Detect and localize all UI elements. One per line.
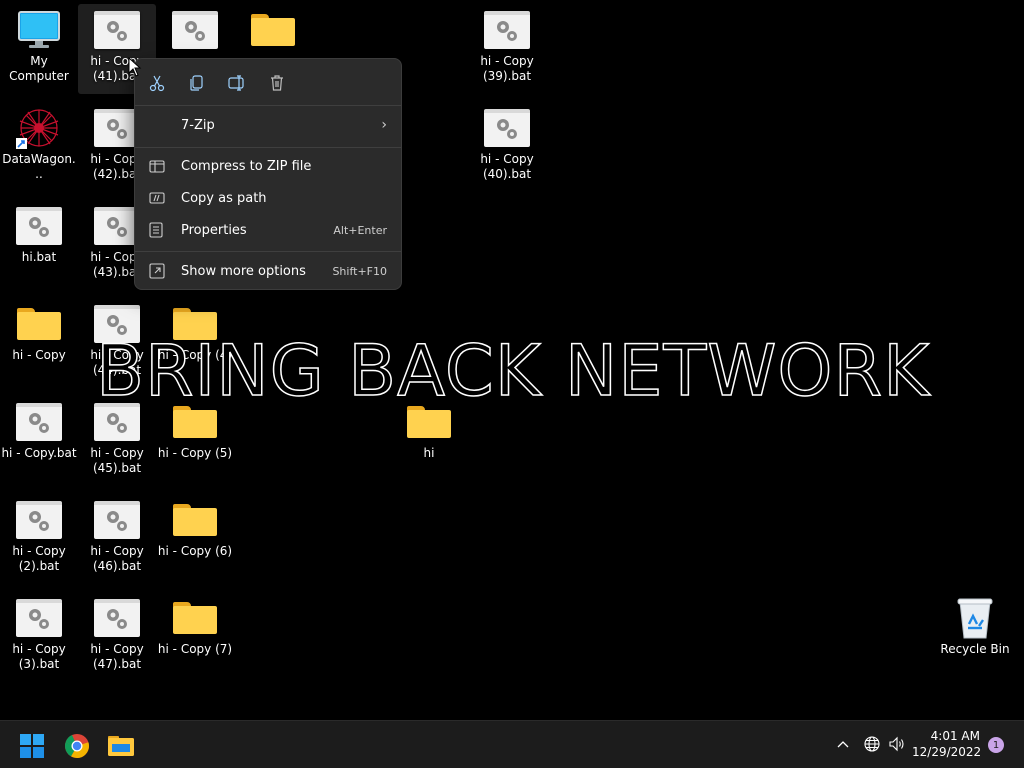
menu-item-show-more-options[interactable]: Show more options Shift+F10 <box>139 256 397 286</box>
batch-file-icon <box>172 11 218 49</box>
batch-file-icon <box>94 599 140 637</box>
batch-file-icon <box>16 501 62 539</box>
menu-item-label: 7-Zip <box>181 117 215 133</box>
folder-icon <box>173 602 217 634</box>
menu-divider <box>135 105 401 106</box>
menu-divider <box>135 251 401 252</box>
batch-file-icon <box>16 599 62 637</box>
chevron-up-icon <box>837 741 849 748</box>
menu-divider <box>135 147 401 148</box>
delete-icon <box>271 75 283 91</box>
icon-label: hi <box>423 446 435 460</box>
cut-button[interactable] <box>145 71 169 95</box>
properties-icon <box>149 222 163 238</box>
volume-button[interactable] <box>888 736 906 756</box>
mouse-cursor-icon <box>128 57 142 77</box>
cut-icon <box>149 75 165 92</box>
menu-item-compress-zip[interactable]: Compress to ZIP file <box>139 151 397 181</box>
copy-icon <box>190 75 203 91</box>
hi-copy-46-bat-file[interactable]: hi - Copy (46).bat <box>78 494 156 584</box>
datawagon-icon <box>15 108 63 149</box>
batch-file-icon <box>94 11 140 49</box>
icon-label: hi - Copy (2).bat <box>12 544 66 573</box>
chevron-right-icon: › <box>381 117 387 133</box>
hi-copy-bat-file[interactable]: hi - Copy.bat <box>0 396 78 486</box>
menu-item-label: Show more options <box>181 263 306 279</box>
globe-icon <box>864 736 880 752</box>
taskbar: 4:01 AM 12/29/2022 1 <box>0 720 1024 768</box>
context-menu: 7-Zip › Compress to ZIP file Copy as pat… <box>134 58 402 290</box>
menu-item-label: Properties <box>181 222 247 238</box>
recycle-bin-icon <box>951 598 999 639</box>
more-options-icon <box>149 263 165 279</box>
show-hidden-icons-button[interactable] <box>836 737 850 756</box>
chrome-icon <box>65 734 89 758</box>
my-computer-icon[interactable]: My Computer <box>0 4 78 94</box>
hi-copy-39-bat-file[interactable]: hi - Copy (39).bat <box>468 4 546 94</box>
icon-label: hi - Copy (45).bat <box>90 446 144 475</box>
batch-file-icon <box>484 109 530 147</box>
icon-label: hi - Copy (46).bat <box>90 544 144 573</box>
menu-item-copy-path[interactable]: Copy as path <box>139 183 397 213</box>
icon-label: hi - Copy (7) <box>157 642 233 656</box>
folder-icon <box>251 14 295 46</box>
monitor-icon <box>15 10 63 50</box>
hi-bat-file[interactable]: hi.bat <box>0 200 78 290</box>
rename-button[interactable] <box>225 71 249 95</box>
chrome-taskbar-button[interactable] <box>64 733 90 763</box>
icon-label: hi - Copy (47).bat <box>90 642 144 671</box>
wallpaper-text: BRING BACK NETWORK <box>95 329 931 413</box>
batch-file-icon <box>94 501 140 539</box>
zip-icon <box>149 160 165 173</box>
file-explorer-icon <box>108 736 134 756</box>
menu-item-7zip[interactable]: 7-Zip › <box>139 110 397 140</box>
icon-label: hi - Copy.bat <box>1 446 77 460</box>
folder-icon <box>17 308 61 340</box>
icon-label: My Computer <box>9 54 69 83</box>
hi-copy-40-bat-file[interactable]: hi - Copy (40).bat <box>468 102 546 192</box>
notification-badge[interactable]: 1 <box>988 737 1004 753</box>
icon-label: hi.bat <box>21 250 57 264</box>
menu-item-properties[interactable]: Properties Alt+Enter <box>139 215 397 245</box>
hi-copy-7-folder[interactable]: hi - Copy (7) <box>156 592 234 682</box>
rename-icon <box>228 75 244 91</box>
file-explorer-taskbar-button[interactable] <box>108 734 134 760</box>
hi-copy-47-bat-file[interactable]: hi - Copy (47).bat <box>78 592 156 682</box>
hi-copy-2-bat-file[interactable]: hi - Copy (2).bat <box>0 494 78 584</box>
batch-file-icon <box>484 11 530 49</box>
icon-label: hi - Copy <box>12 348 66 362</box>
delete-button[interactable] <box>265 71 289 95</box>
copy-path-icon <box>149 192 165 204</box>
folder-icon <box>173 504 217 536</box>
icon-label: hi - Copy (3).bat <box>12 642 66 671</box>
start-icon <box>20 734 44 758</box>
clock-time[interactable]: 4:01 AM <box>912 729 980 743</box>
icon-label: DataWagon... <box>2 152 76 181</box>
copy-button[interactable] <box>185 71 209 95</box>
icon-label: hi - Copy (5) <box>157 446 233 460</box>
hi-copy-3-bat-file[interactable]: hi - Copy (3).bat <box>0 592 78 682</box>
shortcut-label: Alt+Enter <box>333 223 387 237</box>
menu-item-label: Copy as path <box>181 190 267 206</box>
icon-label: hi - Copy (40).bat <box>480 152 534 181</box>
shortcut-label: Shift+F10 <box>332 264 387 278</box>
hi-copy-folder[interactable]: hi - Copy <box>0 298 78 388</box>
clock-date[interactable]: 12/29/2022 <box>912 745 981 759</box>
icon-label: hi - Copy (6) <box>157 544 233 558</box>
volume-icon <box>889 736 904 752</box>
batch-file-icon <box>16 207 62 245</box>
hi-copy-6-folder[interactable]: hi - Copy (6) <box>156 494 234 584</box>
datawagon-shortcut[interactable]: DataWagon... <box>0 102 78 192</box>
start-button[interactable] <box>20 734 44 762</box>
icon-label: Recycle Bin <box>940 642 1010 656</box>
menu-item-label: Compress to ZIP file <box>181 158 312 174</box>
network-button[interactable] <box>864 736 880 756</box>
icon-label: hi - Copy (39).bat <box>480 54 534 83</box>
context-menu-toolbar <box>135 71 401 95</box>
recycle-bin[interactable]: Recycle Bin <box>936 592 1014 682</box>
batch-file-icon <box>16 403 62 441</box>
